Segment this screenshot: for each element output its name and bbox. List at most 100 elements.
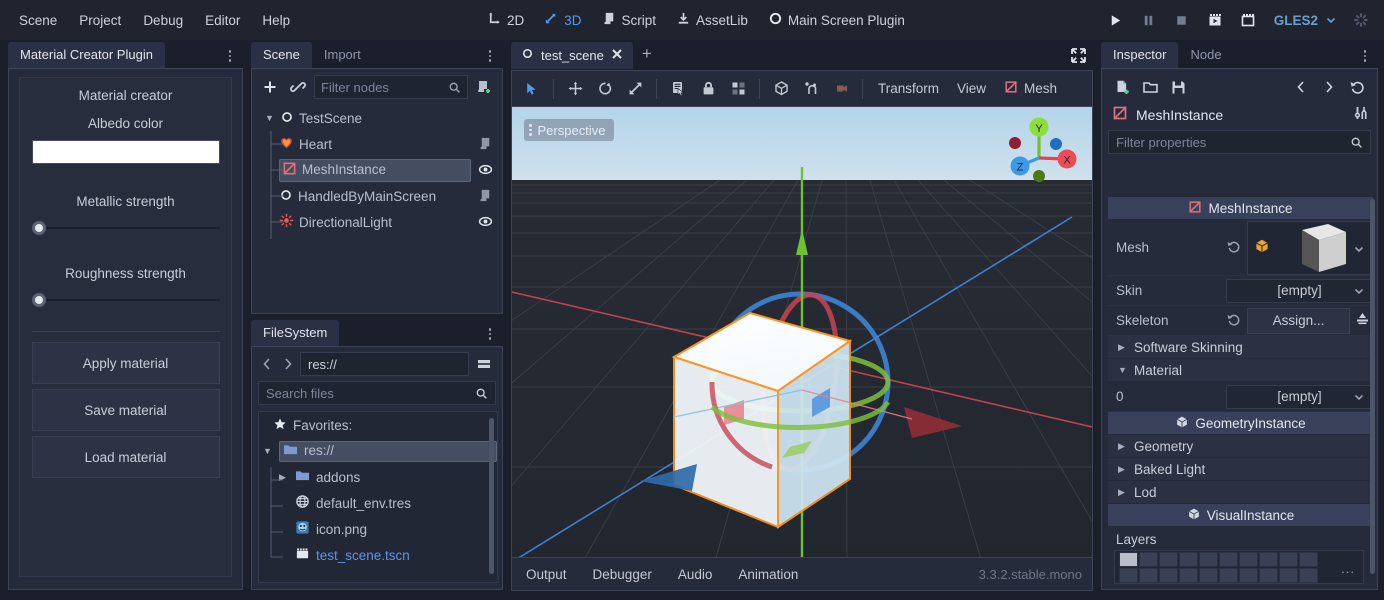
skin-value-dropdown[interactable]: [empty] [1226,279,1373,303]
camera-preview-button[interactable] [827,75,855,103]
inspector-menu-icon[interactable] [1356,46,1374,66]
layer-cell[interactable] [1179,552,1198,567]
albedo-color-picker[interactable] [32,140,220,164]
chevron-right-icon[interactable]: ▶ [279,472,289,483]
layer-cell[interactable] [1159,552,1178,567]
roughness-handle[interactable] [32,293,46,307]
layer-cell[interactable] [1299,568,1318,583]
add-node-button[interactable] [258,75,282,99]
chevron-right-icon[interactable]: ▶ [1118,487,1128,498]
tree-item-meshinstance[interactable]: MeshInstance [257,157,499,183]
chevron-down-icon[interactable]: ▼ [263,446,273,456]
apply-material-button[interactable]: Apply material [32,342,220,384]
filesystem-search-input[interactable]: Search files [258,381,496,405]
select-mode-button[interactable] [518,75,546,103]
tree-item-testscene[interactable]: ▼ TestScene [257,105,499,131]
inspector-section-visualinstance[interactable]: VisualInstance [1108,504,1373,526]
tree-item-handledbymainscreen[interactable]: HandledByMainScreen [257,183,499,209]
layer-cell[interactable] [1299,552,1318,567]
menu-help[interactable]: Help [251,8,301,33]
instance-child-scene-button[interactable] [286,75,310,99]
play-scene-button[interactable] [1200,5,1230,35]
viewport-perspective-menu[interactable]: Perspective [524,119,614,141]
script-icon[interactable] [478,136,493,154]
material-0-dropdown[interactable]: [empty] [1226,385,1373,409]
layer-cell[interactable] [1139,568,1158,583]
object-tools-icon[interactable] [1353,105,1369,124]
inspector-section-geometryinstance[interactable]: GeometryInstance [1108,412,1373,434]
chevron-right-icon[interactable]: ▶ [1118,441,1128,452]
scene-tab-test-scene[interactable]: test_scene [511,42,633,69]
chevron-down-icon[interactable]: ▼ [265,113,275,123]
bottom-panel-output[interactable]: Output [522,564,571,585]
layer-cell[interactable] [1239,552,1258,567]
inspector-scrollbar[interactable] [1370,199,1375,574]
toggle-split-mode-button[interactable] [472,352,496,376]
menu-project[interactable]: Project [68,8,132,33]
script-icon[interactable] [478,188,493,206]
filesystem-favorites-row[interactable]: Favorites: [259,412,497,438]
filesystem-dock-menu-icon[interactable] [481,324,499,344]
left-dock-menu-icon[interactable] [221,46,239,66]
save-material-button[interactable]: Save material [32,389,220,431]
filter-nodes-input[interactable]: Filter nodes [314,75,468,99]
pause-button[interactable] [1134,5,1164,35]
scene-dock-menu-icon[interactable] [481,46,499,66]
layer-cell[interactable] [1239,568,1258,583]
new-scene-tab-button[interactable]: + [633,42,661,65]
tab-filesystem[interactable]: FileSystem [251,320,339,346]
layer-cell[interactable] [1279,552,1298,567]
viewport-axis-gizmo[interactable]: Y X Z [992,112,1084,192]
inspector-section-meshinstance[interactable]: MeshInstance [1108,197,1373,219]
skeleton-assign-button[interactable]: Assign... [1247,308,1350,334]
category-geometry[interactable]: ▶ Geometry [1108,435,1373,457]
mode-button-script[interactable]: Script [593,6,666,34]
menu-scene[interactable]: Scene [8,8,68,33]
mode-button-2d[interactable]: 2D [478,6,533,34]
filesystem-scrollbar[interactable] [489,418,494,574]
scale-mode-button[interactable] [621,75,649,103]
tab-import[interactable]: Import [312,42,373,68]
tab-node[interactable]: Node [1178,42,1233,68]
visibility-icon[interactable] [478,214,493,232]
layer-cell[interactable] [1139,552,1158,567]
mesh-resource-field[interactable] [1247,221,1373,275]
move-mode-button[interactable] [561,75,589,103]
layers-more-button[interactable]: ... [1341,561,1355,576]
layer-cell[interactable] [1199,552,1218,567]
revert-icon[interactable] [1226,312,1241,330]
stop-button[interactable] [1167,5,1197,35]
view-menu-button[interactable]: View [949,77,994,100]
snap-mode-button[interactable] [797,75,825,103]
tree-item-heart[interactable]: Heart [257,131,499,157]
nav-forward-button[interactable] [279,353,297,375]
mesh-menu-button[interactable]: Mesh [996,76,1065,101]
bottom-panel-audio[interactable]: Audio [674,564,717,585]
category-software-skinning[interactable]: ▶ Software Skinning [1108,336,1373,358]
layers-cells[interactable] [1119,552,1318,583]
inspector-history-button[interactable] [1345,75,1369,99]
layer-cell[interactable] [1219,568,1238,583]
bottom-panel-animation[interactable]: Animation [734,564,802,585]
layer-cell[interactable] [1259,568,1278,583]
chevron-right-icon[interactable]: ▶ [1118,464,1128,475]
layer-cell[interactable] [1179,568,1198,583]
layer-cell[interactable] [1159,568,1178,583]
roughness-strength-slider[interactable] [32,291,220,309]
mode-button-main-screen-plugin[interactable]: Main Screen Plugin [759,6,914,34]
local-space-button[interactable] [767,75,795,103]
save-resource-button[interactable] [1166,75,1190,99]
category-lod[interactable]: ▶ Lod [1108,481,1373,503]
rotate-mode-button[interactable] [591,75,619,103]
chevron-right-icon[interactable]: ▶ [1118,342,1128,353]
filesystem-item-test-scene[interactable]: test_scene.tscn [259,542,497,568]
filesystem-item-icon-png[interactable]: icon.png [259,516,497,542]
3d-viewport[interactable]: Perspective Y X Z [511,106,1093,591]
new-resource-button[interactable] [1110,75,1134,99]
renderer-selector[interactable]: GLES2 [1266,5,1343,35]
category-material[interactable]: ▼ Material [1108,359,1373,381]
attach-script-button[interactable] [472,75,496,99]
mode-button-assetlib[interactable]: AssetLib [667,6,757,34]
distraction-free-button[interactable] [1070,47,1087,67]
layer-cell[interactable] [1119,568,1138,583]
